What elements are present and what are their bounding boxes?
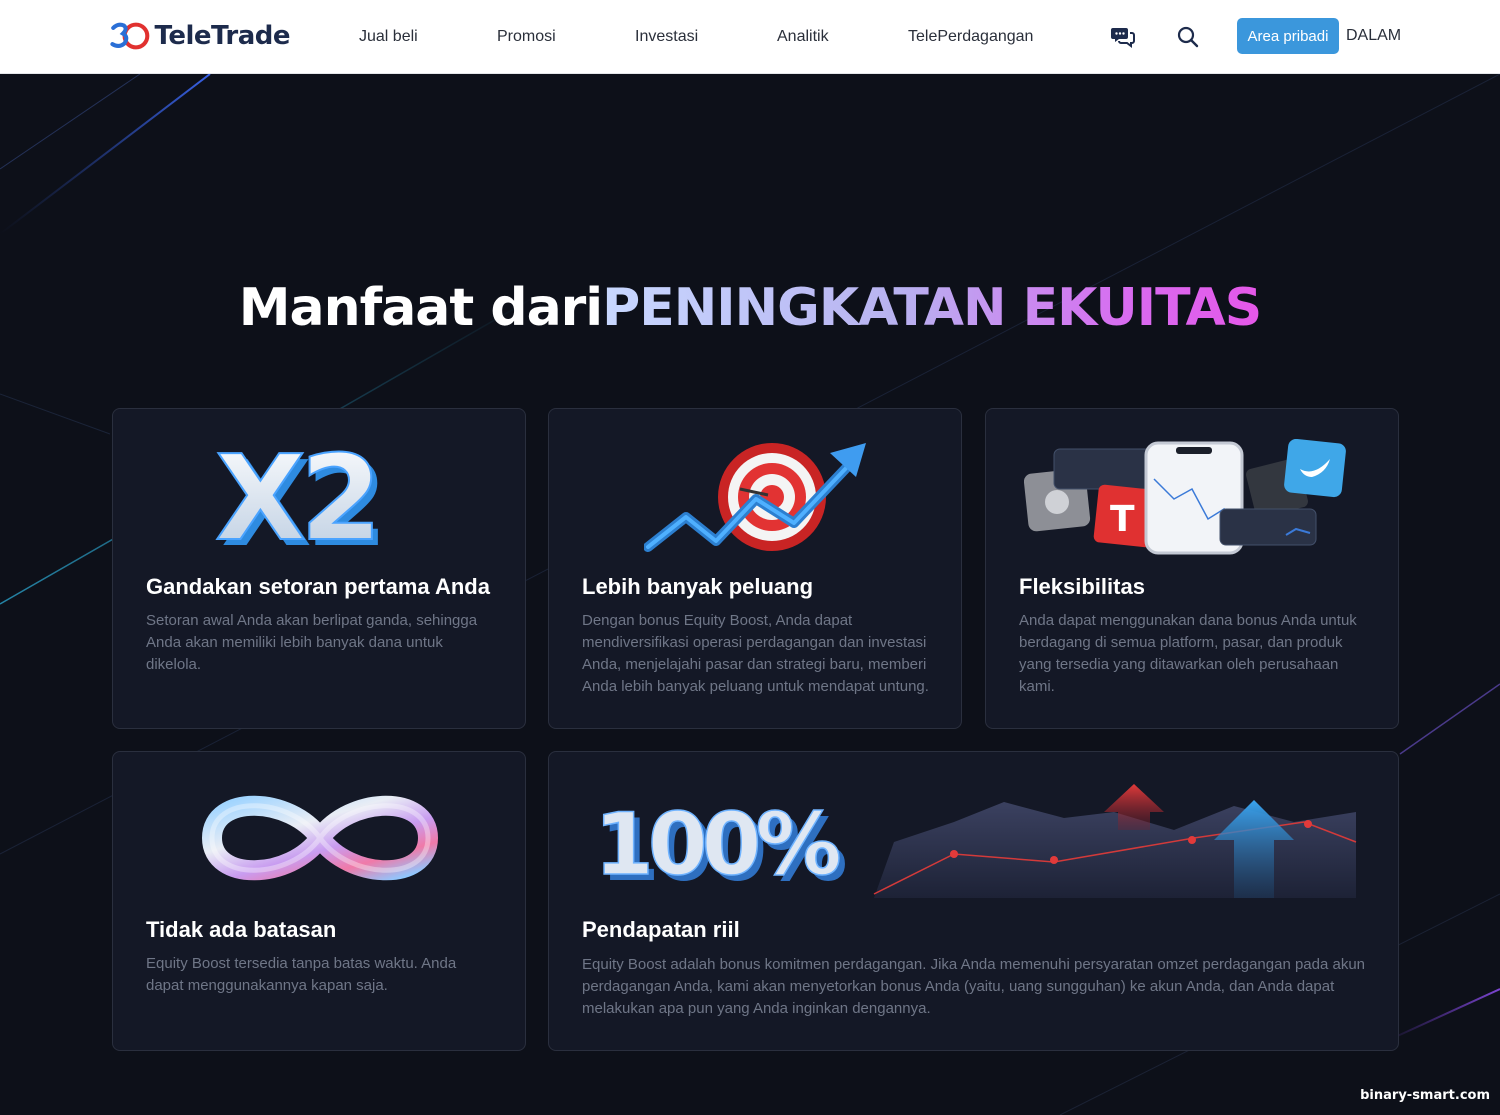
nav-investasi[interactable]: Investasi — [635, 28, 698, 46]
nav-analitik[interactable]: Analitik — [777, 28, 829, 46]
x2-3d-icon: X2 X2 — [214, 437, 388, 557]
hundred-percent-growth-chart: 100% 100% — [594, 784, 1357, 898]
card-title: Tidak ada batasan — [146, 917, 337, 942]
card-title: Gandakan setoran pertama Anda — [146, 574, 490, 599]
card-description: Setoran awal Anda akan berlipat ganda, s… — [146, 612, 478, 673]
card-title: Fleksibilitas — [1019, 574, 1145, 599]
card-description: Dengan bonus Equity Boost, Anda dapat me… — [582, 612, 929, 695]
title-plain: Manfaat dari — [238, 278, 603, 338]
card-description: Equity Boost adalah bonus komitmen perda… — [582, 956, 1366, 1017]
title-accent: PENINGKATAN EKUITAS — [602, 278, 1262, 338]
benefit-card-more-opportunities: Lebih banyak peluang Dengan bonus Equity… — [548, 408, 962, 729]
logo-30-icon — [110, 22, 150, 50]
site-header: TeleTrade Jual beli Promosi Investasi An… — [0, 0, 1500, 74]
login-link[interactable]: DALAM — [1346, 27, 1401, 45]
benefit-card-real-income: 100% 100% Pendapatan riil Equity Boost a… — [548, 751, 1399, 1051]
chat-bubbles-icon[interactable] — [1110, 24, 1136, 50]
search-icon[interactable] — [1175, 24, 1201, 50]
trading-platforms-collage-icon: T — [1024, 439, 1346, 555]
nav-jual-beli[interactable]: Jual beli — [359, 28, 418, 46]
card-description: Equity Boost tersedia tanpa batas waktu.… — [146, 955, 457, 994]
infinity-3d-icon — [201, 795, 439, 881]
card-title: Lebih banyak peluang — [582, 574, 814, 599]
card-title: Pendapatan riil — [582, 917, 740, 942]
target-arrow-chart-icon — [644, 443, 866, 552]
personal-area-button[interactable]: Area pribadi — [1237, 18, 1339, 54]
svg-text:X2: X2 — [215, 437, 376, 557]
benefit-card-no-limits: Tidak ada batasan Equity Boost tersedia … — [112, 751, 526, 1051]
teletrade-logo[interactable]: TeleTrade — [110, 16, 291, 56]
nav-teleperdagangan[interactable]: TelePerdagangan — [908, 28, 1033, 46]
nav-promosi[interactable]: Promosi — [497, 28, 556, 46]
logo-text: TeleTrade — [154, 21, 291, 51]
watermark: binary-smart.com — [1360, 1088, 1490, 1103]
benefit-card-flexibility: T Fleksibilitas Anda dapat menggunakan d… — [985, 408, 1399, 729]
page-title: Manfaat dariPENINGKATAN EKUITAS — [0, 278, 1500, 338]
benefit-card-double-deposit: X2 X2 Gandakan setoran pertama Anda Seto… — [112, 408, 526, 729]
card-description: Anda dapat menggunakan dana bonus Anda u… — [1019, 612, 1357, 695]
svg-text:T: T — [1110, 499, 1135, 540]
svg-text:100%: 100% — [594, 795, 840, 895]
